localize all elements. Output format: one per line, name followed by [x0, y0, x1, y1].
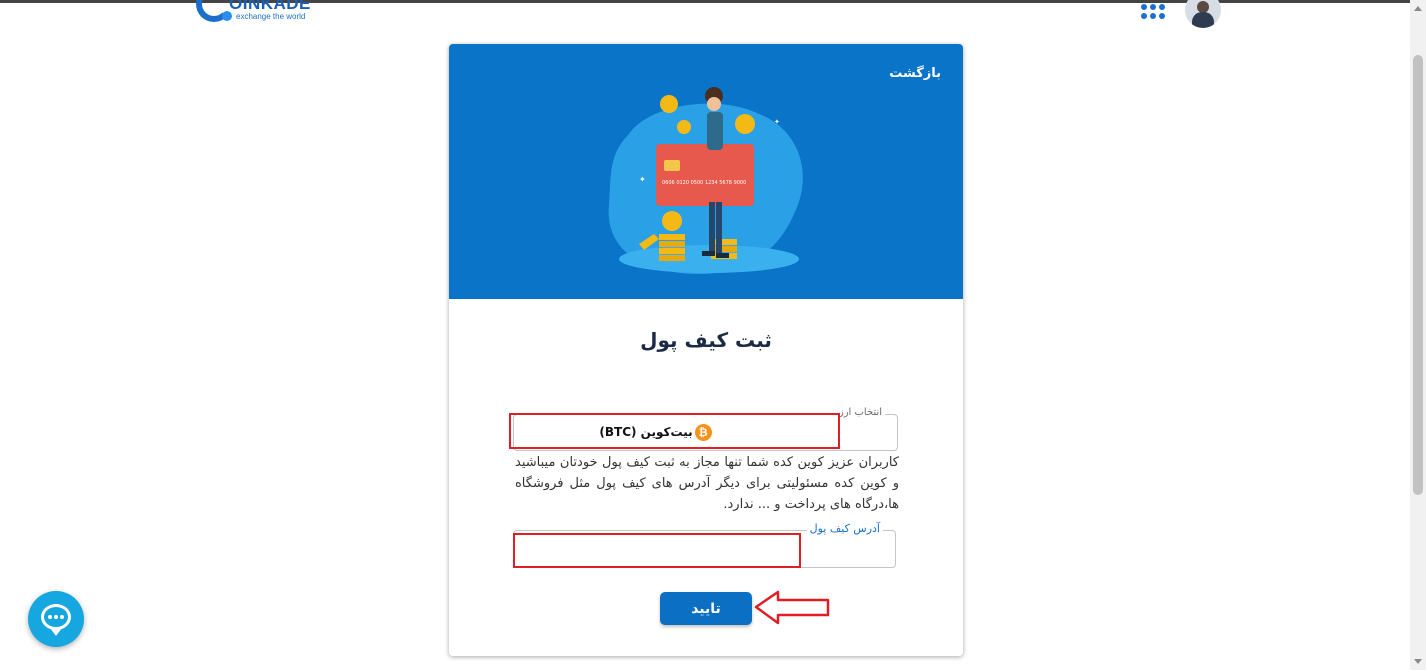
scroll-thumb[interactable] [1413, 55, 1423, 495]
currency-selected-text: بیت‌کوین (BTC) [599, 425, 693, 439]
currency-selected-value: ₿بیت‌کوین (BTC) [514, 424, 797, 441]
scroll-up-arrow[interactable] [1414, 6, 1422, 11]
svg-text:✦: ✦ [774, 118, 780, 126]
wallet-illustration: 0606 0120 0500 1234 5678 9000 ✦ ✦ [608, 87, 803, 274]
hero-banner: بازگشت 0606 0120 0500 1234 5678 9000 ✦ ✦ [449, 44, 963, 299]
currency-select-label: انتخاب ارز [835, 407, 885, 418]
illustration-card-number: 0606 0120 0500 1234 5678 9000 [662, 180, 746, 186]
arrow-annotation [754, 590, 830, 625]
register-wallet-card: بازگشت 0606 0120 0500 1234 5678 9000 ✦ ✦… [449, 44, 963, 656]
bitcoin-icon: ₿ [694, 424, 712, 441]
site-logo[interactable]: OINKADE exchange the world [196, 0, 310, 32]
scroll-down-arrow[interactable] [1414, 659, 1422, 664]
page-scrollbar[interactable] [1410, 0, 1426, 670]
wallet-notice-text: کاربران عزیز کوین کده شما تنها مجاز به ث… [515, 455, 899, 512]
logo-tagline: exchange the world [236, 12, 306, 21]
wallet-address-field[interactable]: آدرس کیف پول [513, 522, 897, 568]
avatar[interactable] [1185, 0, 1221, 28]
submit-button[interactable]: تایید [660, 592, 752, 625]
apps-grid-icon[interactable] [1141, 4, 1165, 20]
chat-icon[interactable] [28, 591, 84, 647]
page-title: ثبت کیف پول [640, 328, 772, 352]
currency-select[interactable]: انتخاب ارز ₿بیت‌کوین (BTC) [513, 407, 898, 451]
back-link[interactable]: بازگشت [889, 66, 941, 81]
wallet-address-input[interactable] [515, 532, 897, 568]
svg-text:✦: ✦ [639, 175, 646, 184]
